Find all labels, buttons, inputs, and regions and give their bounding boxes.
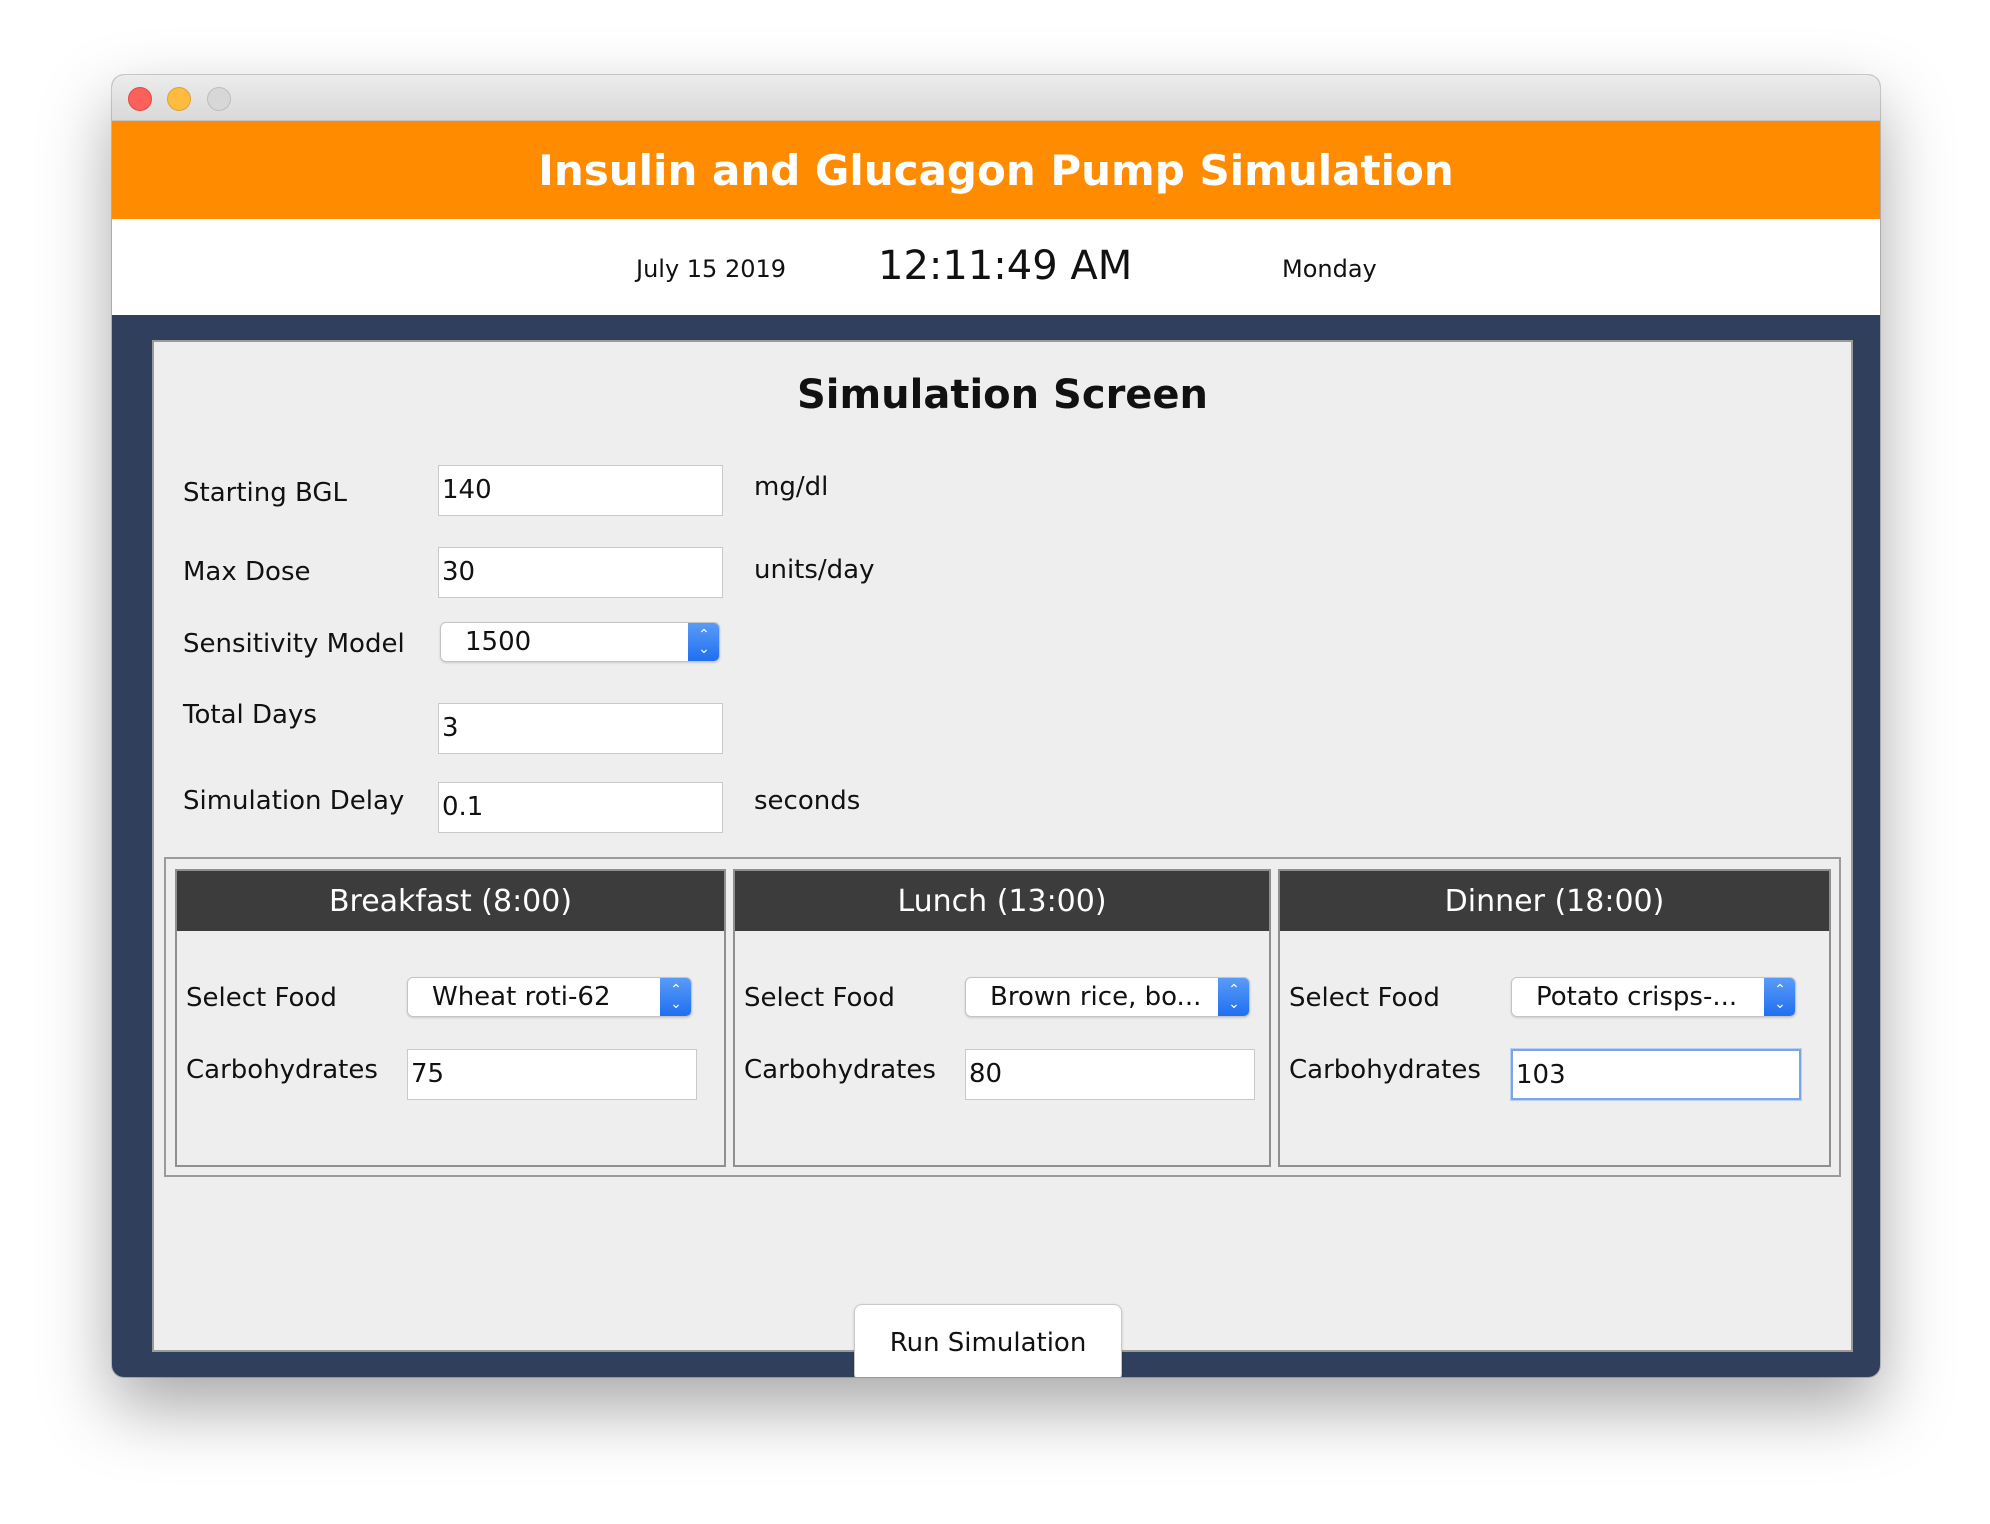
date-time-bar: July 15 2019 12:11:49 AM Monday: [112, 219, 1880, 315]
meal-card-dinner: Dinner (18:00) Select Food Potato crisps…: [1278, 869, 1831, 1167]
run-simulation-button[interactable]: Run Simulation: [854, 1304, 1122, 1377]
carbohydrates-input[interactable]: 103: [1511, 1049, 1801, 1100]
food-select[interactable]: Brown rice, bo... ⌃ ⌄: [965, 977, 1250, 1017]
select-food-label: Select Food: [186, 983, 337, 1013]
max-dose-unit: units/day: [754, 555, 875, 585]
close-window-button[interactable]: [128, 87, 152, 111]
current-day: Monday: [1282, 255, 1377, 283]
starting-bgl-label: Starting BGL: [183, 478, 347, 508]
carbohydrates-label: Carbohydrates: [186, 1055, 378, 1085]
select-food-label: Select Food: [744, 983, 895, 1013]
food-select-value: Wheat roti-62: [432, 982, 611, 1012]
current-time: 12:11:49 AM: [878, 243, 1133, 289]
meal-header: Breakfast (8:00): [177, 871, 724, 931]
chevron-up-down-icon: ⌃ ⌄: [1218, 978, 1249, 1016]
starting-bgl-input[interactable]: 140: [438, 465, 723, 516]
current-date: July 15 2019: [636, 255, 787, 283]
meal-card-breakfast: Breakfast (8:00) Select Food Wheat roti-…: [175, 869, 726, 1167]
food-select-value: Brown rice, bo...: [990, 982, 1202, 1012]
max-dose-input[interactable]: 30: [438, 547, 723, 598]
total-days-label: Total Days: [183, 700, 317, 730]
app-window: Insulin and Glucagon Pump Simulation Jul…: [112, 75, 1880, 1377]
select-food-label: Select Food: [1289, 983, 1440, 1013]
carbohydrates-label: Carbohydrates: [744, 1055, 936, 1085]
simulation-delay-label: Simulation Delay: [183, 786, 405, 816]
simulation-delay-input[interactable]: 0.1: [438, 782, 723, 833]
chevron-up-down-icon: ⌃ ⌄: [1764, 978, 1795, 1016]
carbohydrates-label: Carbohydrates: [1289, 1055, 1481, 1085]
maximize-window-button[interactable]: [207, 87, 231, 111]
carbohydrates-input[interactable]: 75: [407, 1049, 697, 1100]
title-bar: [112, 75, 1880, 121]
food-select[interactable]: Wheat roti-62 ⌃ ⌄: [407, 977, 692, 1017]
total-days-input[interactable]: 3: [438, 703, 723, 754]
app-title: Insulin and Glucagon Pump Simulation: [538, 145, 1454, 195]
sensitivity-model-select[interactable]: 1500 ⌃ ⌄: [440, 622, 720, 662]
meal-card-lunch: Lunch (13:00) Select Food Brown rice, bo…: [733, 869, 1271, 1167]
food-select-value: Potato crisps-...: [1536, 982, 1738, 1012]
chevron-up-down-icon: ⌃ ⌄: [660, 978, 691, 1016]
sensitivity-model-value: 1500: [465, 627, 532, 657]
simulation-panel: Simulation Screen Starting BGL 140 mg/dl…: [152, 340, 1853, 1377]
meal-header: Dinner (18:00): [1280, 871, 1829, 931]
sensitivity-model-label: Sensitivity Model: [183, 629, 405, 659]
max-dose-label: Max Dose: [183, 557, 311, 587]
app-banner: Insulin and Glucagon Pump Simulation: [112, 121, 1880, 219]
meal-header: Lunch (13:00): [735, 871, 1269, 931]
screen-title: Simulation Screen: [796, 372, 1209, 418]
food-select[interactable]: Potato crisps-... ⌃ ⌄: [1511, 977, 1796, 1017]
starting-bgl-unit: mg/dl: [754, 472, 829, 502]
carbohydrates-input[interactable]: 80: [965, 1049, 1255, 1100]
minimize-window-button[interactable]: [167, 87, 191, 111]
simulation-delay-unit: seconds: [754, 786, 861, 816]
meals-group: Breakfast (8:00) Select Food Wheat roti-…: [164, 857, 1841, 1177]
chevron-up-down-icon: ⌃ ⌄: [688, 623, 719, 661]
